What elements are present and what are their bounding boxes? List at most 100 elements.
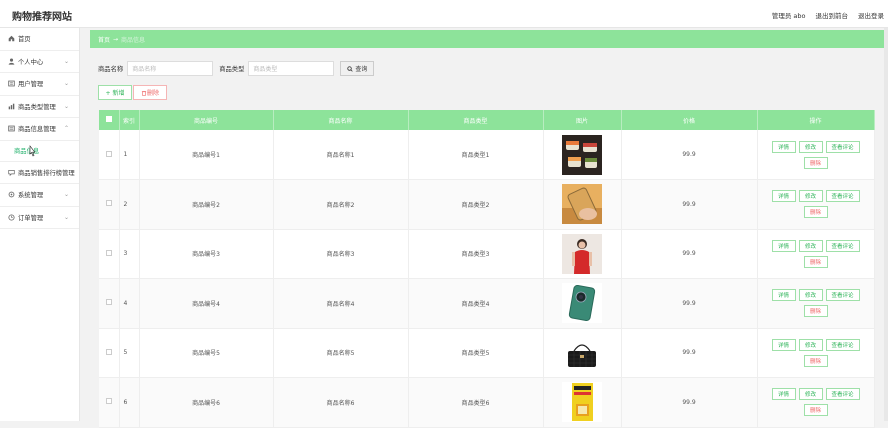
name-search-input[interactable]: 商品名称	[127, 61, 214, 76]
row-image-cell	[543, 179, 622, 230]
row-image-cell	[543, 377, 622, 428]
row-select-cell[interactable]	[99, 278, 120, 329]
row-ops-cell: 详情 修改 查看评论删除	[757, 179, 875, 230]
edit-button[interactable]: 修改	[798, 388, 823, 401]
detail-button[interactable]: 详情	[771, 140, 796, 153]
sidebar-item-system[interactable]: 系统管理 ⌄	[0, 184, 79, 207]
row-code: 商品编号6	[139, 377, 274, 428]
sidebar: 首页 个人中心 ⌄ 用户管理 ⌄ 商品类型管理 ⌄ 商品信息管理 ⌃ 商品信息 …	[0, 28, 80, 421]
row-checkbox[interactable]	[105, 200, 112, 207]
query-button[interactable]: 查询	[340, 61, 375, 76]
sidebar-subitem-product-info[interactable]: 商品信息	[0, 141, 79, 162]
row-image-cell	[543, 328, 622, 378]
select-all-header[interactable]	[99, 110, 120, 130]
view-reviews-button[interactable]: 查看评论	[825, 289, 860, 302]
row-code: 商品编号1	[139, 130, 274, 180]
product-image	[562, 134, 602, 175]
chevron-down-icon: ⌄	[63, 57, 69, 65]
row-select-cell[interactable]	[99, 328, 120, 378]
sidebar-item-category[interactable]: 商品类型管理 ⌄	[0, 96, 79, 118]
row-select-cell[interactable]	[99, 377, 120, 428]
product-image	[562, 283, 602, 324]
add-button[interactable]: + 新增	[98, 85, 132, 100]
detail-button[interactable]: 详情	[771, 289, 796, 302]
row-delete-button[interactable]: 删除	[803, 156, 828, 169]
col-header-image[interactable]: 图片	[543, 110, 622, 130]
row-checkbox[interactable]	[105, 150, 112, 157]
row-checkbox[interactable]	[105, 249, 112, 256]
row-image-cell	[543, 229, 622, 279]
row-image-cell	[543, 130, 622, 180]
row-select-cell[interactable]	[99, 179, 120, 230]
sidebar-item-label: 首页	[18, 36, 31, 44]
row-delete-button[interactable]: 删除	[803, 206, 828, 219]
row-name: 商品名称6	[273, 377, 409, 428]
row-select-cell[interactable]	[99, 229, 120, 279]
main-content: 首页 → 商品信息 商品名称 商品名称 商品类型 商品类型 查询 + 新增 删除…	[90, 28, 888, 428]
row-delete-button[interactable]: 删除	[803, 255, 828, 268]
row-code: 商品编号2	[139, 179, 274, 230]
breadcrumb-home[interactable]: 首页	[98, 35, 110, 44]
col-header-price[interactable]: 价格	[621, 110, 758, 130]
edit-button[interactable]: 修改	[798, 140, 823, 153]
row-type: 商品类型4	[408, 278, 544, 329]
sidebar-item-label: 商品类型管理	[18, 103, 56, 111]
chevron-down-icon: ⌄	[63, 213, 69, 221]
list-icon	[8, 125, 15, 132]
detail-button[interactable]: 详情	[771, 239, 796, 252]
row-checkbox[interactable]	[105, 398, 112, 405]
view-reviews-button[interactable]: 查看评论	[825, 239, 860, 252]
row-name: 商品名称4	[273, 278, 409, 329]
view-reviews-button[interactable]: 查看评论	[825, 388, 860, 401]
sidebar-item-users[interactable]: 用户管理 ⌄	[0, 73, 79, 96]
row-index: 2	[119, 179, 140, 230]
view-reviews-button[interactable]: 查看评论	[825, 140, 860, 153]
edit-button[interactable]: 修改	[798, 338, 823, 351]
type-search-input[interactable]: 商品类型	[248, 61, 335, 76]
gear-icon	[8, 191, 15, 198]
logout-link[interactable]: 退出登录	[858, 10, 884, 20]
col-header-type[interactable]: 商品类型	[408, 110, 544, 130]
sidebar-item-product-info[interactable]: 商品信息管理 ⌃	[0, 118, 79, 141]
select-all-checkbox[interactable]	[105, 116, 112, 122]
col-header-name[interactable]: 商品名称	[273, 110, 409, 130]
row-price: 99.9	[621, 130, 758, 180]
edit-button[interactable]: 修改	[798, 190, 823, 203]
top-right-links: 管理员 abo 退出到前台 退出登录	[772, 10, 884, 20]
row-select-cell[interactable]	[99, 130, 120, 180]
search-icon	[347, 65, 354, 72]
row-delete-button[interactable]: 删除	[803, 404, 828, 417]
row-ops-cell: 详情 修改 查看评论删除	[757, 377, 875, 428]
row-checkbox[interactable]	[105, 299, 112, 306]
sidebar-item-sales-rank[interactable]: 商品销售排行榜管理	[0, 162, 79, 184]
sidebar-item-profile[interactable]: 个人中心 ⌄	[0, 51, 79, 73]
edit-button[interactable]: 修改	[798, 289, 823, 302]
edit-button[interactable]: 修改	[798, 239, 823, 252]
product-image	[562, 184, 602, 225]
sidebar-item-label: 商品销售排行榜管理	[18, 169, 75, 177]
sidebar-item-label: 系统管理	[18, 192, 44, 200]
batch-delete-button[interactable]: 删除	[133, 85, 167, 100]
row-delete-button[interactable]: 删除	[803, 354, 828, 367]
col-header-code[interactable]: 商品编号	[139, 110, 274, 130]
col-header-index: 索引	[119, 110, 140, 130]
view-reviews-button[interactable]: 查看评论	[825, 338, 860, 351]
chevron-down-icon: ⌄	[63, 191, 69, 198]
row-name: 商品名称5	[273, 328, 409, 378]
row-checkbox[interactable]	[105, 348, 112, 355]
view-reviews-button[interactable]: 查看评论	[825, 190, 860, 203]
detail-button[interactable]: 详情	[771, 338, 796, 351]
admin-label: 管理员 abo	[771, 12, 806, 20]
sidebar-item-orders[interactable]: 订单管理 ⌄	[0, 207, 79, 229]
user-icon	[8, 58, 15, 65]
row-delete-button[interactable]: 删除	[803, 305, 828, 318]
back-to-front-link[interactable]: 退出到前台	[816, 10, 849, 20]
row-code: 商品编号4	[139, 278, 274, 329]
vertical-scrollbar[interactable]	[884, 28, 888, 421]
detail-button[interactable]: 详情	[771, 388, 796, 401]
row-price: 99.9	[621, 328, 758, 378]
home-icon	[8, 35, 15, 42]
product-image	[562, 332, 602, 373]
sidebar-item-home[interactable]: 首页	[0, 28, 79, 51]
detail-button[interactable]: 详情	[771, 190, 796, 203]
